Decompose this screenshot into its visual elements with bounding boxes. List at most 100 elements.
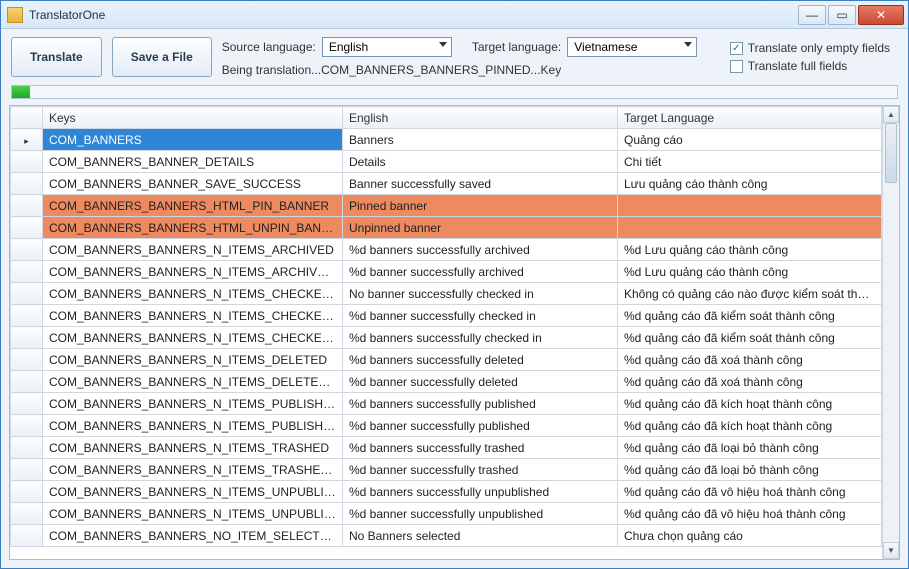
cell-english[interactable]: %d banner successfully deleted: [343, 371, 618, 393]
cell-key[interactable]: COM_BANNERS_BANNERS_HTML_UNPIN_BANNER: [43, 217, 343, 239]
table-row[interactable]: COM_BANNERS_BANNERS_N_ITEMS_UNPUBLIS...%…: [11, 481, 882, 503]
row-header[interactable]: [11, 481, 43, 503]
row-header[interactable]: [11, 459, 43, 481]
table-row[interactable]: COM_BANNERS_BANNERS_N_ITEMS_ARCHIVED%d b…: [11, 239, 882, 261]
cell-english[interactable]: Pinned banner: [343, 195, 618, 217]
table-row[interactable]: COM_BANNERS_BANNER_SAVE_SUCCESSBanner su…: [11, 173, 882, 195]
table-row[interactable]: COM_BANNERS_BANNERS_N_ITEMS_PUBLISHED...…: [11, 415, 882, 437]
cell-key[interactable]: COM_BANNERS_BANNERS_N_ITEMS_TRASHED_1: [43, 459, 343, 481]
cell-target[interactable]: %d Lưu quảng cáo thành công: [618, 239, 882, 261]
cell-key[interactable]: COM_BANNERS: [43, 129, 343, 151]
cell-key[interactable]: COM_BANNERS_BANNERS_N_ITEMS_DELETED: [43, 349, 343, 371]
row-header[interactable]: [11, 393, 43, 415]
scroll-thumb[interactable]: [885, 123, 897, 183]
row-header[interactable]: [11, 503, 43, 525]
cell-target[interactable]: %d quảng cáo đã vô hiệu hoá thành công: [618, 481, 882, 503]
cell-key[interactable]: COM_BANNERS_BANNERS_HTML_PIN_BANNER: [43, 195, 343, 217]
save-file-button[interactable]: Save a File: [112, 37, 212, 77]
cell-target[interactable]: Chưa chọn quảng cáo: [618, 525, 882, 547]
cell-key[interactable]: COM_BANNERS_BANNERS_N_ITEMS_CHECKED_I...: [43, 327, 343, 349]
cell-target[interactable]: %d quảng cáo đã loại bỏ thành công: [618, 459, 882, 481]
cell-target[interactable]: [618, 217, 882, 239]
table-row[interactable]: COM_BANNERS_BANNERS_N_ITEMS_DELETED%d ba…: [11, 349, 882, 371]
cell-english[interactable]: No banner successfully checked in: [343, 283, 618, 305]
check-full-fields[interactable]: Translate full fields: [730, 59, 890, 73]
table-row[interactable]: COM_BANNERSBannersQuảng cáo: [11, 129, 882, 151]
row-header[interactable]: [11, 151, 43, 173]
row-header-blank[interactable]: [11, 107, 43, 129]
table-row[interactable]: COM_BANNERS_BANNERS_NO_ITEM_SELECTEDNo B…: [11, 525, 882, 547]
maximize-button[interactable]: ▭: [828, 5, 856, 25]
table-row[interactable]: COM_BANNERS_BANNERS_N_ITEMS_CHECKED_I...…: [11, 327, 882, 349]
cell-target[interactable]: %d quảng cáo đã kiểm soát thành công: [618, 305, 882, 327]
scroll-down-button[interactable]: ▼: [883, 542, 899, 559]
table-row[interactable]: COM_BANNERS_BANNERS_N_ITEMS_TRASHED_1%d …: [11, 459, 882, 481]
translate-button[interactable]: Translate: [11, 37, 102, 77]
cell-target[interactable]: Chi tiết: [618, 151, 882, 173]
row-header[interactable]: [11, 239, 43, 261]
minimize-button[interactable]: —: [798, 5, 826, 25]
table-row[interactable]: COM_BANNERS_BANNERS_N_ITEMS_DELETED_1%d …: [11, 371, 882, 393]
table-row[interactable]: COM_BANNERS_BANNERS_N_ITEMS_CHECKED_I...…: [11, 283, 882, 305]
cell-english[interactable]: %d banner successfully archived: [343, 261, 618, 283]
cell-key[interactable]: COM_BANNERS_BANNERS_N_ITEMS_UNPUBLIS...: [43, 503, 343, 525]
cell-target[interactable]: %d quảng cáo đã xoá thành công: [618, 349, 882, 371]
cell-key[interactable]: COM_BANNERS_BANNERS_N_ITEMS_ARCHIVED: [43, 239, 343, 261]
vertical-scrollbar[interactable]: ▲ ▼: [882, 106, 899, 559]
table-row[interactable]: COM_BANNERS_BANNERS_N_ITEMS_ARCHIVED_1%d…: [11, 261, 882, 283]
cell-english[interactable]: Unpinned banner: [343, 217, 618, 239]
cell-english[interactable]: %d banners successfully deleted: [343, 349, 618, 371]
cell-target[interactable]: [618, 195, 882, 217]
row-header[interactable]: [11, 371, 43, 393]
cell-english[interactable]: %d banners successfully unpublished: [343, 481, 618, 503]
row-header[interactable]: [11, 195, 43, 217]
cell-key[interactable]: COM_BANNERS_BANNERS_N_ITEMS_PUBLISHED: [43, 393, 343, 415]
check-only-empty[interactable]: ✓ Translate only empty fields: [730, 41, 890, 55]
cell-key[interactable]: COM_BANNERS_BANNERS_N_ITEMS_CHECKED_I...: [43, 305, 343, 327]
cell-target[interactable]: Không có quảng cáo nào được kiểm soát th…: [618, 283, 882, 305]
table-row[interactable]: COM_BANNERS_BANNER_DETAILSDetailsChi tiế…: [11, 151, 882, 173]
row-header[interactable]: [11, 129, 43, 151]
target-language-select[interactable]: Vietnamese: [567, 37, 697, 57]
cell-key[interactable]: COM_BANNERS_BANNERS_N_ITEMS_CHECKED_I...: [43, 283, 343, 305]
table-row[interactable]: COM_BANNERS_BANNERS_HTML_PIN_BANNERPinne…: [11, 195, 882, 217]
cell-target[interactable]: %d Lưu quảng cáo thành công: [618, 261, 882, 283]
cell-english[interactable]: %d banner successfully unpublished: [343, 503, 618, 525]
cell-target[interactable]: %d quảng cáo đã kích hoạt thành công: [618, 393, 882, 415]
cell-english[interactable]: No Banners selected: [343, 525, 618, 547]
cell-target[interactable]: %d quảng cáo đã kích hoạt thành công: [618, 415, 882, 437]
cell-english[interactable]: Banner successfully saved: [343, 173, 618, 195]
cell-english[interactable]: %d banner successfully published: [343, 415, 618, 437]
close-button[interactable]: ✕: [858, 5, 904, 25]
cell-key[interactable]: COM_BANNERS_BANNERS_N_ITEMS_ARCHIVED_1: [43, 261, 343, 283]
cell-english[interactable]: %d banner successfully trashed: [343, 459, 618, 481]
row-header[interactable]: [11, 525, 43, 547]
row-header[interactable]: [11, 349, 43, 371]
cell-target[interactable]: %d quảng cáo đã loại bỏ thành công: [618, 437, 882, 459]
cell-english[interactable]: %d banners successfully archived: [343, 239, 618, 261]
table-row[interactable]: COM_BANNERS_BANNERS_N_ITEMS_PUBLISHED%d …: [11, 393, 882, 415]
cell-english[interactable]: %d banners successfully trashed: [343, 437, 618, 459]
row-header[interactable]: [11, 173, 43, 195]
cell-key[interactable]: COM_BANNERS_BANNER_DETAILS: [43, 151, 343, 173]
cell-target[interactable]: %d quảng cáo đã vô hiệu hoá thành công: [618, 503, 882, 525]
cell-key[interactable]: COM_BANNERS_BANNERS_N_ITEMS_PUBLISHED...: [43, 415, 343, 437]
cell-english[interactable]: %d banners successfully checked in: [343, 327, 618, 349]
cell-english[interactable]: Details: [343, 151, 618, 173]
row-header[interactable]: [11, 305, 43, 327]
table-row[interactable]: COM_BANNERS_BANNERS_N_ITEMS_TRASHED%d ba…: [11, 437, 882, 459]
cell-english[interactable]: %d banners successfully published: [343, 393, 618, 415]
col-english[interactable]: English: [343, 107, 618, 129]
cell-target[interactable]: %d quảng cáo đã xoá thành công: [618, 371, 882, 393]
cell-target[interactable]: Lưu quảng cáo thành công: [618, 173, 882, 195]
cell-english[interactable]: Banners: [343, 129, 618, 151]
cell-key[interactable]: COM_BANNERS_BANNERS_NO_ITEM_SELECTED: [43, 525, 343, 547]
data-grid[interactable]: Keys English Target Language COM_BANNERS…: [10, 106, 882, 559]
titlebar[interactable]: TranslatorOne — ▭ ✕: [1, 1, 908, 29]
table-row[interactable]: COM_BANNERS_BANNERS_HTML_UNPIN_BANNERUnp…: [11, 217, 882, 239]
cell-english[interactable]: %d banner successfully checked in: [343, 305, 618, 327]
table-row[interactable]: COM_BANNERS_BANNERS_N_ITEMS_CHECKED_I...…: [11, 305, 882, 327]
row-header[interactable]: [11, 415, 43, 437]
row-header[interactable]: [11, 437, 43, 459]
table-row[interactable]: COM_BANNERS_BANNERS_N_ITEMS_UNPUBLIS...%…: [11, 503, 882, 525]
